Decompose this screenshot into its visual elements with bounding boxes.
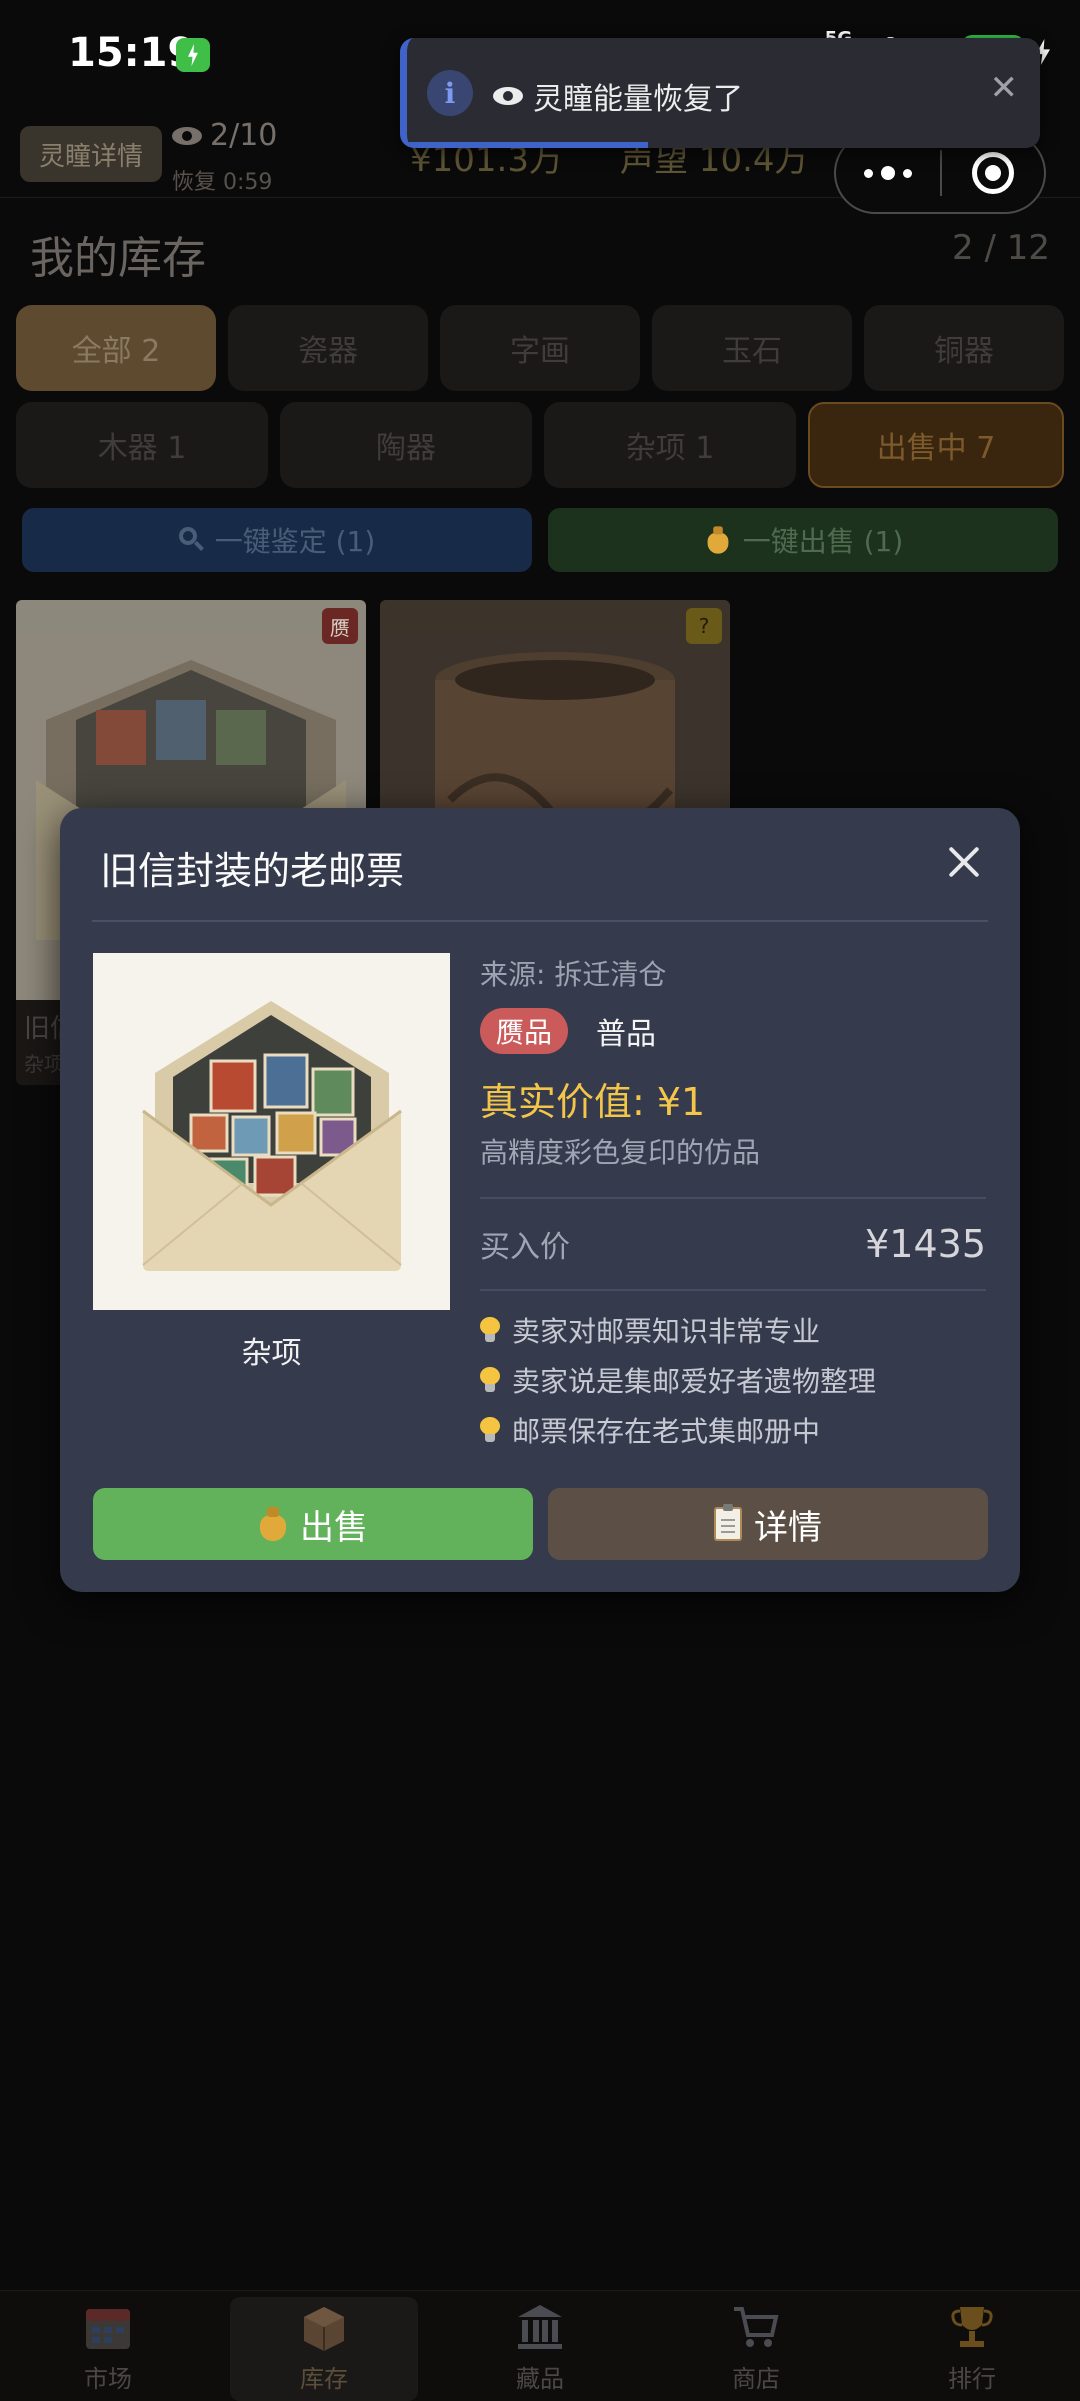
calendar-icon: [86, 2309, 130, 2349]
hint-item: 卖家对邮票知识非常专业: [480, 1305, 986, 1355]
money-bag-icon: [258, 1507, 288, 1541]
money-bag-icon: [706, 526, 730, 554]
nav-label: 库存: [300, 2365, 348, 2393]
tab-calligraphy[interactable]: 字画: [440, 305, 640, 391]
museum-icon: [518, 2305, 562, 2349]
eye-icon: [172, 126, 202, 145]
nav-inventory[interactable]: 库存: [216, 2291, 432, 2401]
charging-indicator-icon: [176, 38, 210, 72]
divider: [480, 1289, 986, 1291]
grade-tag: 普品: [596, 1017, 657, 1052]
detail-button[interactable]: 详情: [548, 1488, 988, 1560]
toast-notification: i 灵瞳能量恢复了 ✕: [400, 38, 1040, 148]
hint-item: 卖家说是集邮爱好者遗物整理: [480, 1355, 986, 1405]
category-tabs-row2: 木器 1 陶器 杂项 1 出售中 7: [16, 402, 1064, 488]
sell-all-button[interactable]: 一键出售 (1): [548, 508, 1058, 572]
tab-jade[interactable]: 玉石: [652, 305, 852, 391]
seller-hints: 卖家对邮票知识非常专业 卖家说是集邮爱好者遗物整理 邮票保存在老式集邮册中: [480, 1305, 986, 1455]
close-miniprogram-button[interactable]: [942, 152, 1044, 194]
sell-button-label: 出售: [300, 1507, 368, 1548]
hint-item: 邮票保存在老式集邮册中: [480, 1405, 986, 1455]
tab-all[interactable]: 全部 2: [16, 305, 216, 391]
cart-icon: [734, 2307, 779, 2347]
close-icon[interactable]: [946, 844, 982, 880]
tab-bronze[interactable]: 铜器: [864, 305, 1064, 391]
nav-collection[interactable]: 藏品: [432, 2291, 648, 2401]
tab-misc[interactable]: 杂项 1: [544, 402, 796, 488]
toast-text: 灵瞳能量恢复了: [533, 82, 743, 117]
hint-text: 卖家说是集邮爱好者遗物整理: [512, 1365, 877, 1398]
true-value: 真实价值: ¥1: [480, 1080, 706, 1124]
appraise-all-label: 一键鉴定 (1): [214, 525, 376, 558]
tab-porcelain[interactable]: 瓷器: [228, 305, 428, 391]
buy-price-row: 买入价 ¥1435: [480, 1199, 986, 1289]
nav-market[interactable]: 市场: [0, 2291, 216, 2401]
item-image: [93, 953, 450, 1310]
appraise-all-button[interactable]: 一键鉴定 (1): [22, 508, 532, 572]
buy-price-label: 买入价: [480, 1230, 570, 1265]
trophy-icon: [951, 2307, 993, 2347]
more-button[interactable]: [836, 166, 940, 180]
lingtong-detail-button[interactable]: 灵瞳详情: [20, 126, 162, 182]
toast-progress-bar: [407, 142, 648, 148]
divider: [92, 920, 988, 922]
nav-shop[interactable]: 商店: [648, 2291, 864, 2401]
tab-pottery[interactable]: 陶器: [280, 402, 532, 488]
dot-icon: [903, 168, 912, 178]
fake-badge: 赝: [322, 608, 358, 644]
lightbulb-icon: [480, 1367, 500, 1393]
item-info: 来源: 拆迁清仓 赝品 普品 真实价值: ¥1 高精度彩色复印的仿品 买入价 ¥…: [480, 953, 986, 1455]
item-source: 来源: 拆迁清仓: [480, 958, 667, 991]
dot-icon: [881, 166, 895, 180]
info-icon: i: [427, 70, 473, 116]
dot-icon: [864, 168, 873, 178]
nav-ranking[interactable]: 排行: [864, 2291, 1080, 2401]
toast-message: 灵瞳能量恢复了: [493, 74, 743, 118]
magnifier-icon: [178, 527, 205, 553]
nav-label: 排行: [948, 2365, 996, 2393]
lightbulb-icon: [480, 1417, 500, 1443]
tab-wood[interactable]: 木器 1: [16, 402, 268, 488]
item-category: 杂项: [241, 1336, 302, 1371]
sell-button[interactable]: 出售: [93, 1488, 533, 1560]
detail-button-label: 详情: [754, 1507, 822, 1548]
fake-tag: 赝品: [480, 1008, 569, 1054]
buy-price-value: ¥1435: [865, 1222, 986, 1266]
recover-timer: 恢复 0:59: [172, 170, 273, 195]
package-icon: [304, 2307, 344, 2351]
eye-icon: [493, 87, 523, 105]
nav-label: 市场: [84, 2365, 132, 2393]
bottom-nav: 市场 库存 藏品 商店 排行: [0, 2290, 1080, 2401]
nav-label: 商店: [732, 2365, 780, 2393]
toast-close-icon[interactable]: ✕: [990, 68, 1019, 108]
tag-row: 赝品 普品: [480, 1007, 986, 1055]
hint-text: 邮票保存在老式集邮册中: [512, 1415, 821, 1448]
category-tabs-row1: 全部 2 瓷器 字画 玉石 铜器: [16, 305, 1064, 391]
sell-all-label: 一键出售 (1): [742, 525, 904, 558]
bulk-actions: 一键鉴定 (1) 一键出售 (1): [22, 508, 1058, 572]
modal-title: 旧信封装的老邮票: [100, 849, 405, 893]
nav-label: 藏品: [516, 2365, 564, 2393]
item-detail-modal: 旧信封装的老邮票 杂项 来源: 拆迁清仓 赝品 普品 真实价值: ¥1 高精度彩…: [60, 808, 1020, 1592]
clipboard-icon: [714, 1504, 742, 1541]
lightbulb-icon: [480, 1317, 500, 1343]
unknown-badge: ?: [686, 608, 722, 644]
true-value-description: 高精度彩色复印的仿品: [480, 1136, 761, 1169]
target-icon: [971, 152, 1014, 194]
item-category: 杂项: [24, 1052, 64, 1076]
eye-energy-count: 2/10: [210, 118, 278, 153]
tab-selling[interactable]: 出售中 7: [808, 402, 1064, 488]
inventory-count: 2 / 12: [952, 228, 1050, 268]
eye-energy: 2/10: [172, 118, 277, 153]
hint-text: 卖家对邮票知识非常专业: [512, 1315, 821, 1348]
page-title: 我的库存: [30, 233, 206, 284]
